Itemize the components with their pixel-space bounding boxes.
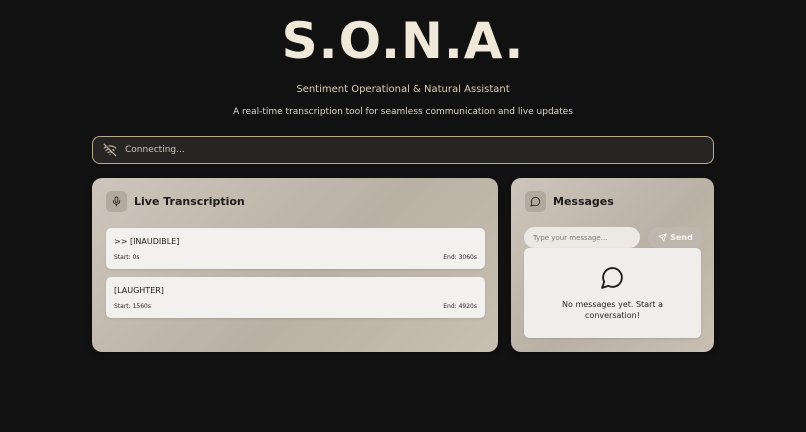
connection-status-bar: Connecting... [92, 136, 714, 164]
message-input[interactable] [524, 227, 640, 248]
app-logo: S.O.N.A. [281, 12, 525, 70]
wifi-off-icon [103, 143, 117, 157]
transcription-entry: >> [INAUDIBLE] Start: 0s End: 3060s [106, 228, 485, 269]
app-subtitle: Sentiment Operational & Natural Assistan… [296, 84, 510, 95]
messages-panel: Messages Send No messages yet. Start a c… [511, 178, 714, 352]
page: S.O.N.A. Sentiment Operational & Natural… [0, 0, 806, 432]
messages-empty-text: No messages yet. Start a conversation! [562, 300, 663, 320]
messages-empty-state: No messages yet. Start a conversation! [524, 248, 701, 338]
message-icon-box [525, 191, 546, 212]
microphone-icon [112, 196, 121, 207]
transcription-entry-text: [LAUGHTER] [114, 286, 164, 295]
send-button-label: Send [670, 233, 693, 242]
send-button[interactable]: Send [648, 227, 703, 248]
transcription-header: Live Transcription [106, 191, 245, 212]
transcription-title: Live Transcription [134, 195, 245, 208]
transcription-entry-start: Start: 0s [114, 254, 140, 261]
send-icon [658, 233, 667, 242]
messages-title: Messages [553, 195, 614, 208]
transcription-entry-start: Start: 1560s [114, 303, 151, 310]
microphone-icon-box [106, 191, 127, 212]
messages-header: Messages [525, 191, 614, 212]
connection-status-text: Connecting... [125, 145, 185, 155]
transcription-entry-end: End: 3060s [443, 254, 477, 261]
transcription-entry-text: >> [INAUDIBLE] [114, 237, 180, 246]
message-bubble-icon [530, 196, 541, 207]
transcription-entry: [LAUGHTER] Start: 1560s End: 4920s [106, 277, 485, 318]
live-transcription-panel: Live Transcription >> [INAUDIBLE] Start:… [92, 178, 498, 352]
app-tagline: A real-time transcription tool for seaml… [233, 107, 573, 117]
message-bubble-icon [601, 267, 623, 289]
transcription-entry-end: End: 4920s [443, 303, 477, 310]
